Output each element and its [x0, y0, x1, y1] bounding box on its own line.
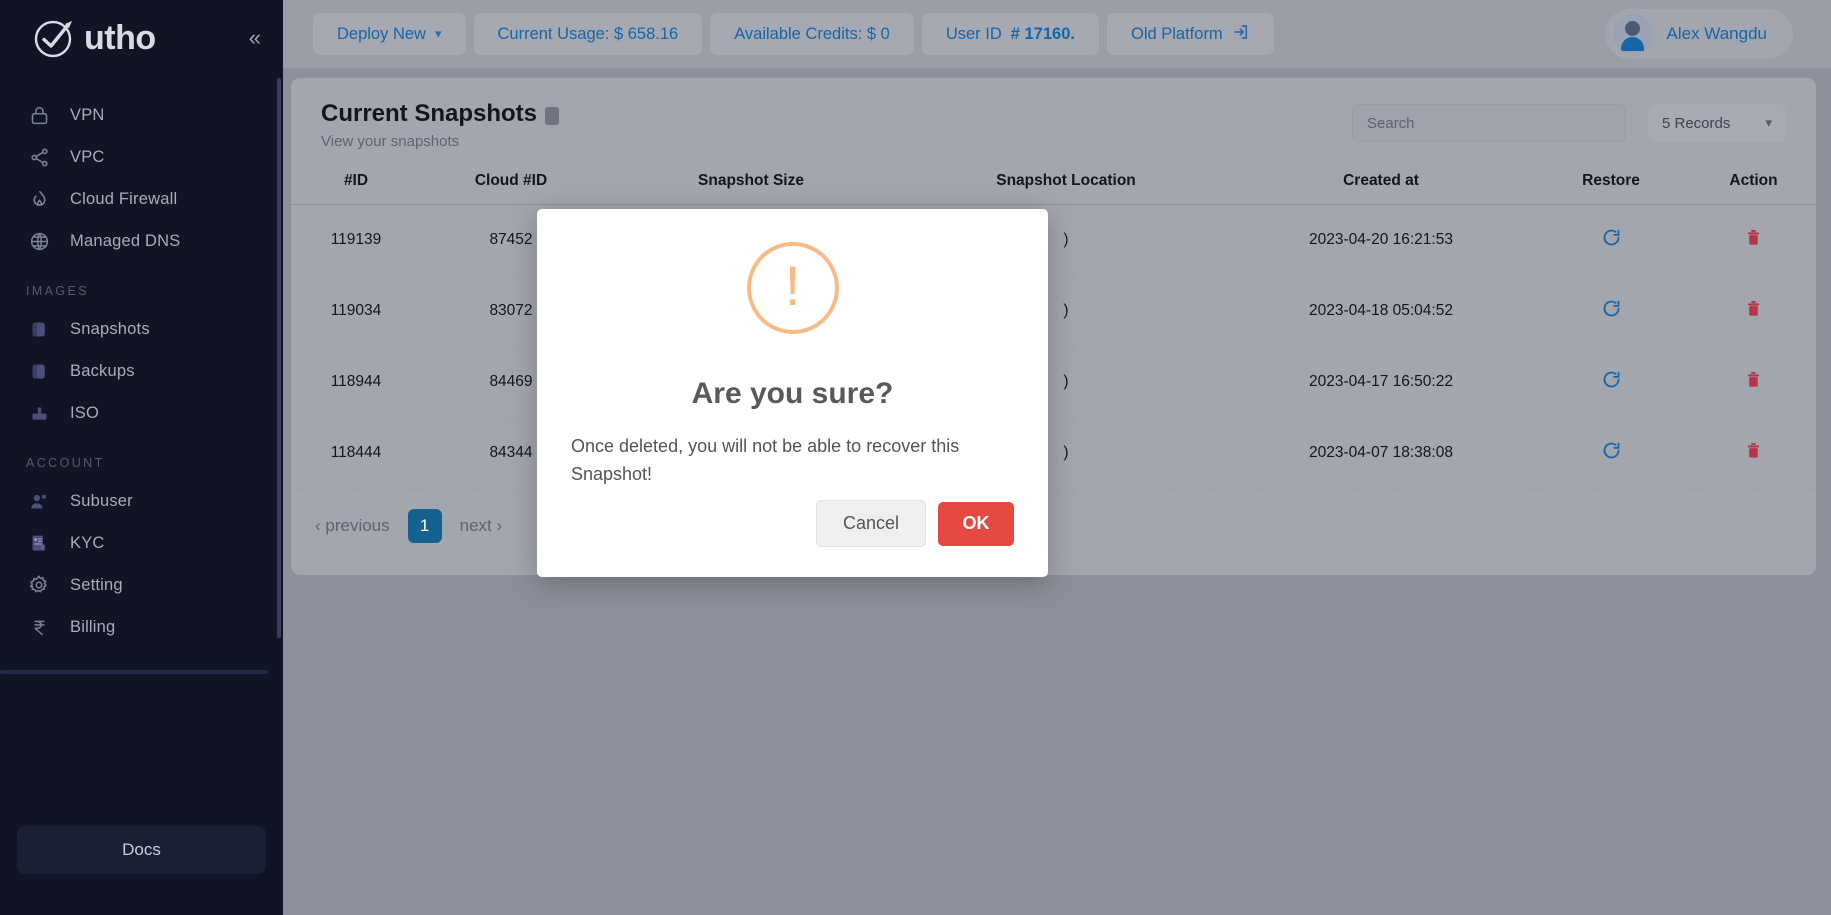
- dialog-title: Are you sure?: [691, 377, 894, 410]
- warning-exclamation-icon: !: [746, 242, 839, 334]
- dialog-actions: Cancel OK: [815, 500, 1014, 547]
- cancel-button[interactable]: Cancel: [815, 500, 926, 547]
- modal-overlay[interactable]: ! Are you sure? Once deleted, you will n…: [0, 0, 1831, 915]
- dialog-message: Once deleted, you will not be able to re…: [571, 436, 960, 484]
- confirm-delete-dialog: ! Are you sure? Once deleted, you will n…: [537, 209, 1048, 577]
- app-root: utho « VPN VPC Cloud Firewall Managed DN…: [0, 0, 1831, 915]
- ok-button[interactable]: OK: [938, 501, 1014, 546]
